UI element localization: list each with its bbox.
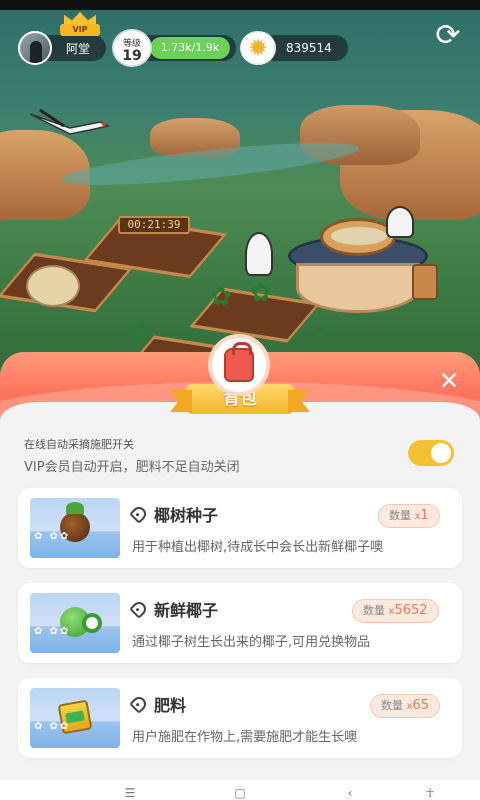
accessibility-icon[interactable]: ☥	[420, 786, 440, 800]
crane-icon	[30, 108, 110, 135]
item-thumbnail: ✿ ✿✿	[30, 498, 120, 558]
auto-switch-title: 在线自动采摘施肥开关	[24, 438, 134, 451]
coin-icon	[240, 31, 276, 65]
username: 阿堂	[66, 41, 91, 56]
tag-icon	[129, 599, 149, 619]
qty-label: 数量	[363, 604, 385, 617]
item-thumbnail: ✿ ✿✿	[30, 593, 120, 653]
refresh-icon[interactable]: ⟳	[428, 18, 468, 54]
flowers-decoration: ✿ ✿✿	[34, 721, 71, 732]
home-icon[interactable]: ▢	[230, 786, 250, 800]
flowers-decoration: ✿ ✿✿	[34, 626, 71, 637]
menu-icon[interactable]: ☰	[120, 786, 140, 800]
level-badge: 等级 19	[112, 29, 152, 67]
level-value: 19	[122, 48, 142, 64]
avatar[interactable]	[18, 31, 52, 65]
coin-count: 839514	[286, 41, 332, 55]
inventory-item[interactable]: ✿ ✿✿ 椰树种子 用于种植出椰树,待成长中会长出新鲜椰子噢 数量 x1	[18, 488, 462, 568]
qty-value: 5652	[394, 603, 428, 618]
vip-label: VIP	[60, 24, 100, 36]
qty-value: 65	[412, 698, 429, 713]
item-name: 椰树种子	[154, 506, 219, 525]
item-name: 新鲜椰子	[154, 601, 219, 620]
inventory-item[interactable]: ✿ ✿✿ 肥料 用户施肥在作物上,需要施肥才能生长噢 数量 x65	[18, 678, 462, 758]
auto-harvest-toggle[interactable]	[408, 440, 454, 466]
item-description: 通过椰子树生长出来的椰子,可用兑换物品	[132, 635, 371, 650]
palm-tree-icon: ✿	[210, 282, 232, 312]
auto-switch-desc: VIP会员自动开启，肥料不足自动关闭	[24, 460, 240, 475]
cooking-pot[interactable]	[320, 218, 396, 256]
seed-sack[interactable]	[26, 265, 80, 307]
back-icon[interactable]: ‹	[340, 786, 360, 800]
item-thumbnail: ✿ ✿✿	[30, 688, 120, 748]
tag-icon	[129, 694, 149, 714]
harvest-timer: 00:21:39	[118, 216, 190, 234]
item-description: 用于种植出椰树,待成长中会长出新鲜椰子噢	[132, 540, 384, 555]
backpack-panel: 背包 ✕ 在线自动采摘施肥开关 VIP会员自动开启，肥料不足自动关闭 ✿ ✿✿ …	[0, 334, 480, 800]
close-icon[interactable]: ✕	[436, 368, 462, 394]
palm-tree-icon: ✿	[130, 318, 152, 348]
qty-value: 1	[420, 508, 429, 523]
qty-label: 数量	[389, 509, 411, 522]
item-description: 用户施肥在作物上,需要施肥才能生长噢	[132, 730, 358, 745]
tag-icon	[129, 504, 149, 524]
house-wall	[296, 263, 420, 313]
xp-progress: 1.73k/1.9k	[150, 37, 230, 59]
item-quantity: 数量 x1	[378, 504, 440, 528]
bag-shape	[224, 342, 254, 382]
item-name: 肥料	[154, 696, 187, 715]
palm-tree-icon: ✿	[310, 322, 332, 352]
crane-icon	[245, 232, 273, 276]
item-quantity: 数量 x5652	[352, 599, 439, 623]
backpack-icon	[208, 334, 270, 396]
vip-crown-icon: VIP	[60, 12, 100, 36]
crane-icon	[386, 206, 414, 238]
palm-tree-icon: ✿	[250, 278, 272, 308]
mailbox-icon[interactable]	[412, 264, 438, 300]
flowers-decoration: ✿ ✿✿	[34, 531, 71, 542]
item-quantity: 数量 x65	[370, 694, 440, 718]
qty-label: 数量	[381, 699, 403, 712]
inventory-item[interactable]: ✿ ✿✿ 新鲜椰子 通过椰子树生长出来的椰子,可用兑换物品 数量 x5652	[18, 583, 462, 663]
system-nav-bar: ☰ ▢ ‹ ☥	[0, 780, 480, 800]
status-bar	[0, 0, 480, 10]
